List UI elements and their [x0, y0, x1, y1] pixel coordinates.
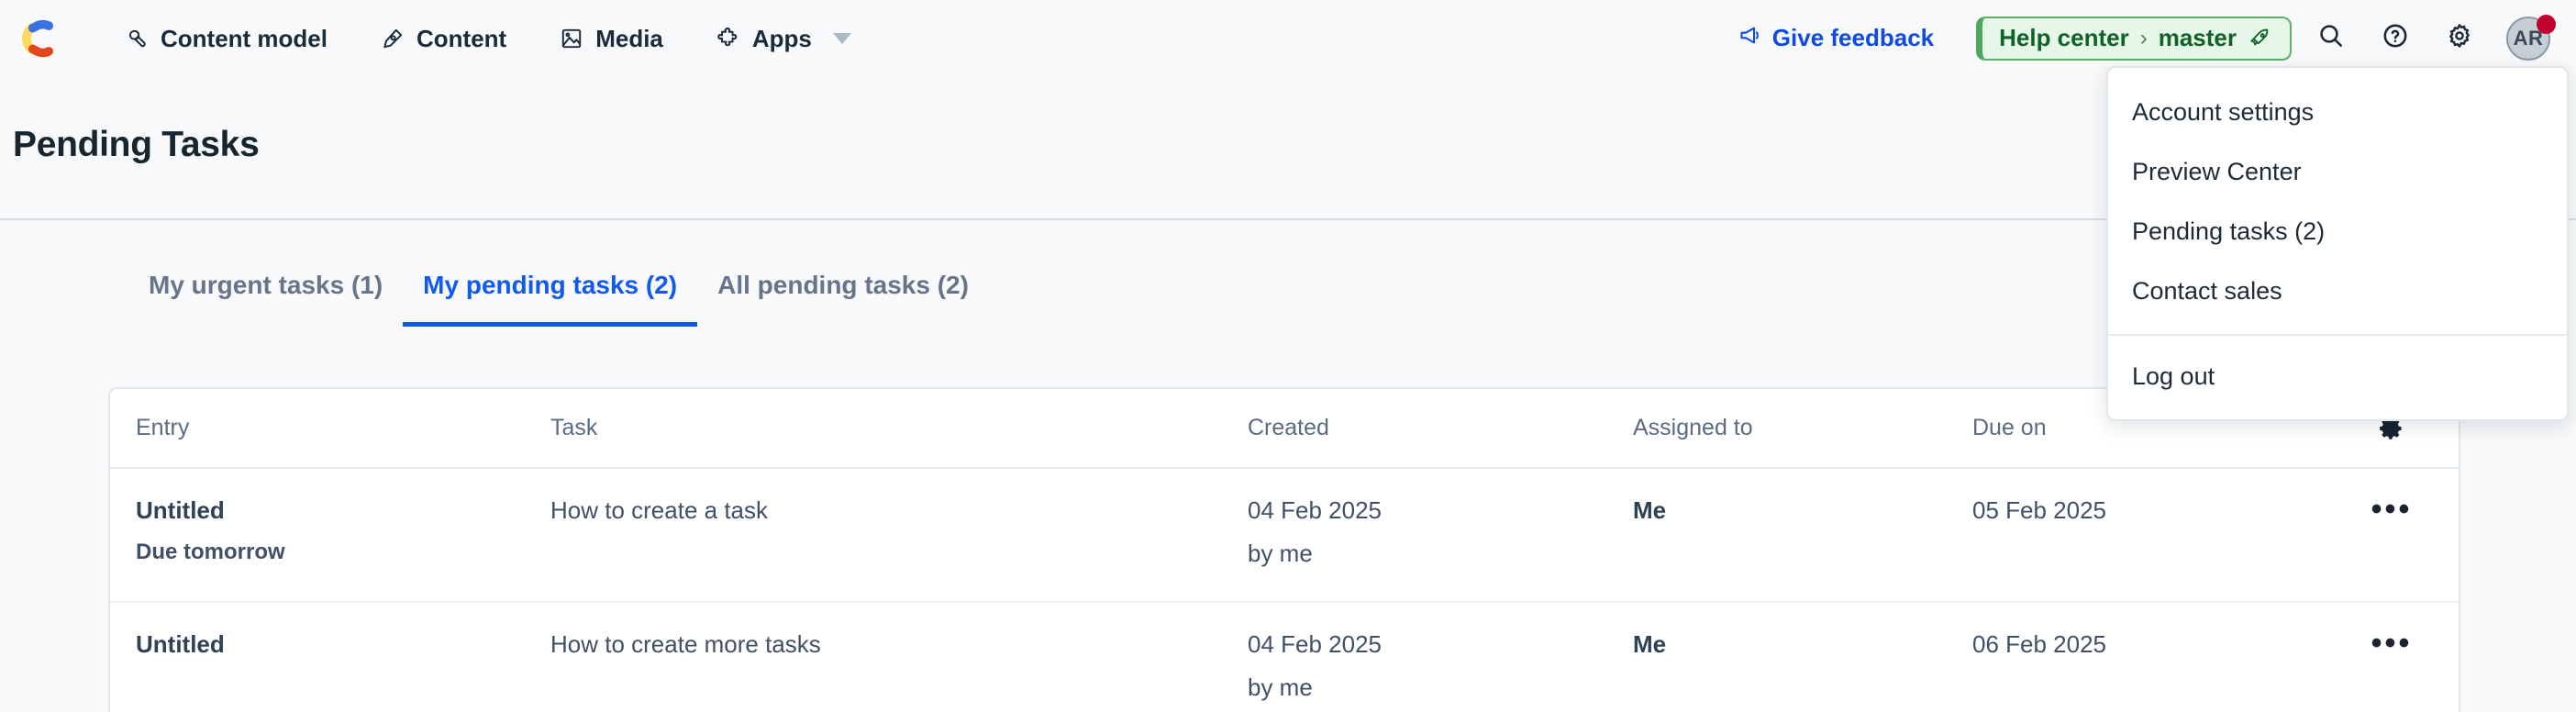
entry-title[interactable]: Untitled [136, 496, 550, 525]
cell-due-on: 05 Feb 2025 [1972, 468, 2321, 603]
cell-task: How to create more tasks [550, 602, 1248, 712]
assignee-name: Me [1633, 496, 1667, 524]
menu-item-contact-sales[interactable]: Contact sales [2108, 261, 2567, 321]
cell-created: 04 Feb 2025 by me [1248, 602, 1633, 712]
tasks-table-card: Entry Task Created Assigned to Due on Un… [108, 387, 2460, 712]
search-button[interactable] [2306, 14, 2356, 63]
megaphone-icon [1738, 23, 1762, 54]
created-by: by me [1248, 673, 1313, 701]
gear-icon [2445, 21, 2474, 55]
cell-actions: ••• [2321, 602, 2459, 712]
column-header-assigned-to[interactable]: Assigned to [1633, 389, 1972, 469]
account-menu-button[interactable]: AR [2503, 13, 2556, 64]
nav-item-content-model[interactable]: Content model [108, 17, 344, 60]
nav-item-label: Content model [161, 24, 328, 52]
cell-entry: Untitled Due tomorrow [110, 468, 550, 603]
ellipsis-icon[interactable]: ••• [2371, 494, 2413, 524]
chevron-right-separator: › [2139, 25, 2148, 50]
wrench-icon [125, 27, 149, 50]
menu-item-log-out[interactable]: Log out [2108, 347, 2567, 406]
account-dropdown-menu: Account settings Preview Center Pending … [2106, 66, 2569, 421]
tab-my-urgent-tasks[interactable]: My urgent tasks (1) [128, 271, 403, 327]
top-navigation-bar: Content model Content Media Apps Give fe… [0, 0, 2576, 76]
primary-nav: Content model Content Media Apps [108, 17, 888, 60]
environment-name: master [2158, 24, 2237, 51]
column-header-created[interactable]: Created [1248, 389, 1633, 469]
nav-item-label: Content [416, 24, 507, 52]
cell-task: How to create a task [550, 468, 1248, 603]
created-date: 04 Feb 2025 [1248, 496, 1382, 524]
table-body: Untitled Due tomorrow How to create a ta… [110, 468, 2459, 712]
chevron-down-icon [832, 32, 851, 44]
tasks-table: Entry Task Created Assigned to Due on Un… [110, 389, 2459, 712]
entry-title[interactable]: Untitled [136, 630, 550, 659]
pen-nib-icon [381, 27, 405, 50]
nav-item-label: Apps [751, 24, 812, 52]
notification-dot [2537, 14, 2556, 34]
cell-created: 04 Feb 2025 by me [1248, 468, 1633, 603]
menu-item-preview-center[interactable]: Preview Center [2108, 142, 2567, 202]
help-button[interactable] [2371, 14, 2420, 63]
give-feedback-button[interactable]: Give feedback [1727, 16, 1945, 61]
cell-actions: ••• [2321, 468, 2459, 603]
column-header-task[interactable]: Task [550, 389, 1248, 469]
cell-due-on: 06 Feb 2025 [1972, 602, 2321, 712]
menu-item-pending-tasks[interactable]: Pending tasks (2) [2108, 202, 2567, 261]
cell-entry: Untitled [110, 602, 550, 712]
space-name: Help center [1999, 24, 2129, 51]
space-environment-selector[interactable]: Help center › master [1976, 16, 2292, 61]
cell-assigned-to: Me [1633, 602, 1972, 712]
table-row[interactable]: Untitled How to create more tasks 04 Feb… [110, 602, 2459, 712]
created-date: 04 Feb 2025 [1248, 630, 1382, 658]
puzzle-icon [716, 27, 740, 50]
entry-due-label: Due tomorrow [136, 540, 285, 564]
column-header-entry[interactable]: Entry [110, 389, 550, 469]
settings-button[interactable] [2435, 14, 2484, 63]
give-feedback-label: Give feedback [1771, 24, 1935, 51]
tab-all-pending-tasks[interactable]: All pending tasks (2) [697, 271, 989, 327]
nav-item-apps[interactable]: Apps [700, 17, 868, 60]
assignee-name: Me [1633, 630, 1667, 658]
app-root: Content model Content Media Apps Give fe… [0, 0, 2576, 712]
tab-my-pending-tasks[interactable]: My pending tasks (2) [403, 271, 698, 327]
contentful-logo[interactable] [17, 15, 64, 62]
nav-item-label: Media [595, 24, 663, 52]
image-icon [560, 27, 583, 50]
question-circle-icon [2381, 21, 2410, 55]
table-row[interactable]: Untitled Due tomorrow How to create a ta… [110, 468, 2459, 603]
rocket-icon [2248, 27, 2271, 50]
menu-item-account-settings[interactable]: Account settings [2108, 83, 2567, 142]
nav-item-content[interactable]: Content [364, 17, 523, 60]
cell-assigned-to: Me [1633, 468, 1972, 603]
menu-divider [2108, 334, 2567, 336]
nav-item-media[interactable]: Media [543, 17, 680, 60]
ellipsis-icon[interactable]: ••• [2371, 628, 2413, 658]
task-tabs: My urgent tasks (1) My pending tasks (2)… [128, 271, 989, 327]
created-by: by me [1248, 540, 1313, 567]
page-title: Pending Tasks [13, 125, 260, 164]
search-icon [2316, 21, 2346, 55]
